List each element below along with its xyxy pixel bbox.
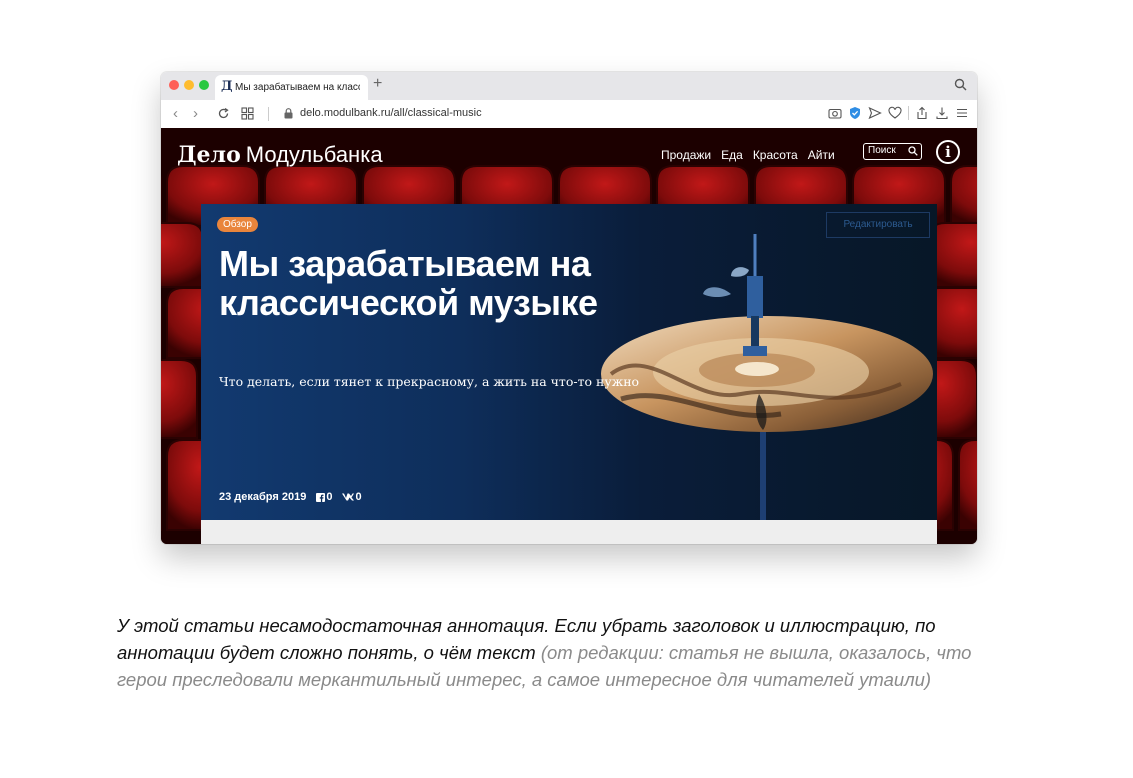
nav-item-sales[interactable]: Продажи [661, 148, 711, 162]
theater-seat [958, 439, 977, 531]
site-logo[interactable]: Дело Модульбанка [177, 142, 383, 168]
reload-icon[interactable] [217, 107, 230, 120]
toolbar-divider [268, 107, 269, 121]
tab-title: Мы зарабатываем на классическ [235, 82, 360, 93]
top-nav: Продажи Еда Красота Айти [661, 148, 835, 162]
logo-bold-text: Дело [177, 142, 241, 168]
logo-light-text: Модульбанка [245, 142, 383, 167]
screenshot-caption: У этой статьи несамодостаточная аннотаци… [117, 612, 997, 693]
site-search-label: Поиск [868, 145, 896, 156]
send-icon[interactable] [868, 106, 882, 120]
minimize-window-button[interactable] [184, 80, 194, 90]
close-window-button[interactable] [169, 80, 179, 90]
article-body-edge [201, 520, 937, 544]
new-tab-button[interactable]: + [373, 75, 382, 93]
article-subtitle: Что делать, если тянет к прекрасному, а … [219, 374, 640, 389]
theater-seat [161, 359, 198, 439]
nav-item-food[interactable]: Еда [721, 148, 743, 162]
tab-bar: Д Мы зарабатываем на классическ + [161, 72, 977, 100]
grid-icon[interactable] [241, 107, 254, 120]
theater-seat [161, 222, 204, 288]
article-meta: 23 декабря 2019 0 0 [219, 491, 362, 503]
article-hero-card[interactable]: Обзор Редактировать Мы зарабатываем на к… [201, 204, 937, 520]
cymbal-illustration [601, 234, 933, 520]
site-search-button[interactable]: Поиск [863, 143, 922, 160]
address-toolbar: ‹ › delo.modulbank.ru/all/classical-musi… [161, 100, 977, 129]
menu-icon[interactable] [955, 106, 969, 120]
toolbar-divider-2 [908, 106, 909, 120]
site-favicon-icon: Д [221, 79, 233, 94]
maximize-window-button[interactable] [199, 80, 209, 90]
info-icon[interactable]: i [936, 140, 960, 164]
address-bar[interactable]: delo.modulbank.ru/all/classical-music [300, 107, 482, 119]
facebook-icon[interactable] [316, 492, 326, 502]
heart-icon[interactable] [888, 106, 902, 120]
browser-window: Д Мы зарабатываем на классическ + ‹ › de… [161, 72, 977, 544]
camera-icon[interactable] [828, 106, 842, 120]
share-icon[interactable] [915, 106, 929, 120]
download-icon[interactable] [935, 106, 949, 120]
vpn-shield-icon[interactable] [848, 106, 862, 120]
nav-item-beauty[interactable]: Красота [753, 148, 798, 162]
category-badge[interactable]: Обзор [217, 217, 258, 232]
theater-seat [950, 165, 977, 227]
search-tabs-icon[interactable] [954, 78, 967, 91]
lock-icon [284, 108, 293, 119]
search-icon [908, 146, 918, 156]
nav-item-it[interactable]: Айти [808, 148, 835, 162]
forward-icon[interactable]: › [193, 105, 198, 122]
facebook-count: 0 [326, 491, 333, 503]
vk-count: 0 [355, 491, 362, 503]
publish-date: 23 декабря 2019 [219, 491, 307, 503]
web-page: Дело Модульбанка Продажи Еда Красота Айти… [161, 128, 977, 544]
article-title[interactable]: Мы зарабатываем на классической музыке [219, 244, 599, 322]
vk-icon[interactable] [342, 493, 355, 501]
back-icon[interactable]: ‹ [173, 105, 178, 122]
tab-article[interactable]: Д Мы зарабатываем на классическ [215, 75, 368, 100]
